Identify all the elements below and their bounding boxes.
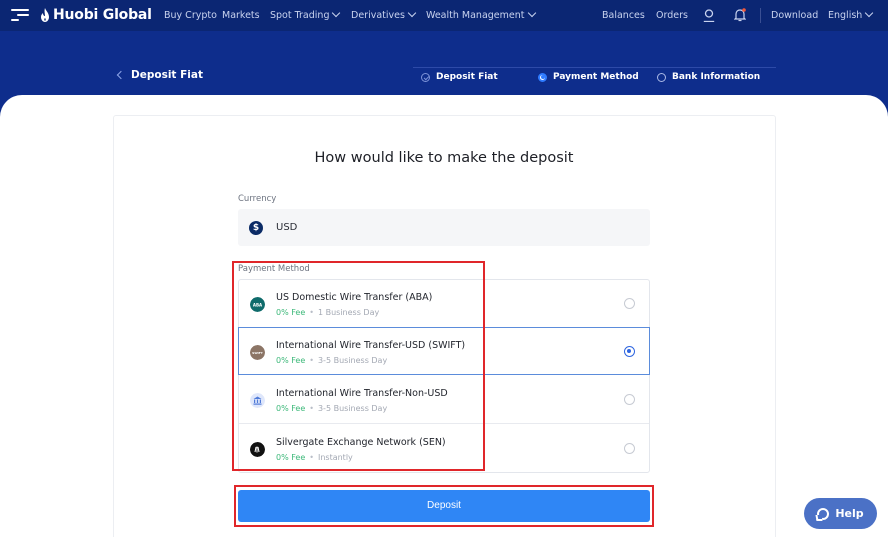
flame-icon (41, 8, 49, 22)
chevron-down-icon (527, 8, 536, 18)
menu-icon[interactable] (11, 9, 29, 21)
nav-derivatives[interactable]: Derivatives (351, 8, 417, 21)
page-banner: Deposit Fiat Deposit Fiat Payment Method… (0, 31, 888, 101)
help-button[interactable]: Help (804, 498, 877, 529)
chat-bubble-icon (817, 507, 830, 520)
nav-spot-trading-label: Spot Trading (270, 10, 330, 21)
chevron-down-icon (407, 8, 417, 18)
nav-balances[interactable]: Balances (602, 10, 645, 21)
nav-wealth-management-label: Wealth Management (426, 10, 525, 21)
currency-select[interactable]: $ USD (238, 209, 650, 246)
brand-logo[interactable]: Huobi Global (40, 7, 152, 23)
nav-download[interactable]: Download (771, 10, 818, 21)
bell-icon[interactable] (734, 8, 746, 22)
nav-markets[interactable]: Markets (222, 10, 260, 21)
step-bank-information: Bank Information (657, 72, 760, 82)
back-label: Deposit Fiat (131, 69, 203, 81)
nav-wealth-management[interactable]: Wealth Management (426, 8, 536, 21)
chevron-left-icon (116, 70, 126, 80)
radio-button[interactable] (624, 298, 635, 309)
currency-value: USD (276, 222, 298, 233)
user-icon[interactable] (703, 9, 715, 22)
step-deposit-fiat: Deposit Fiat (421, 72, 498, 82)
steps-divider (413, 67, 776, 68)
nav-language[interactable]: English (828, 8, 874, 21)
radio-button-selected[interactable] (624, 346, 635, 357)
step-payment-method: Payment Method (538, 72, 639, 82)
nav-orders[interactable]: Orders (656, 10, 688, 21)
chevron-down-icon (332, 8, 341, 18)
nav-buy-crypto[interactable]: Buy Crypto (164, 10, 217, 21)
step-active-icon (538, 72, 547, 82)
back-link[interactable]: Deposit Fiat (116, 69, 203, 81)
nav-language-label: English (828, 10, 863, 21)
nav-derivatives-label: Derivatives (351, 10, 405, 21)
chevron-down-icon (865, 8, 874, 18)
step-label: Deposit Fiat (436, 72, 498, 82)
nav-spot-trading[interactable]: Spot Trading (270, 8, 341, 21)
brand-name: Huobi Global (53, 7, 152, 23)
currency-label: Currency (238, 194, 277, 204)
help-label: Help (835, 507, 864, 520)
radio-button[interactable] (624, 394, 635, 405)
step-check-icon (421, 72, 430, 82)
step-label: Payment Method (553, 72, 639, 82)
radio-button[interactable] (624, 443, 635, 454)
highlight-box-deposit (234, 485, 654, 527)
step-label: Bank Information (672, 72, 761, 82)
nav-divider (760, 8, 761, 23)
top-nav: Huobi Global Buy Crypto Markets Spot Tra… (0, 0, 888, 31)
page-title: How would like to make the deposit (314, 150, 574, 166)
highlight-box-payment-method (232, 261, 485, 471)
dollar-icon: $ (249, 220, 263, 235)
step-pending-icon (657, 72, 666, 82)
